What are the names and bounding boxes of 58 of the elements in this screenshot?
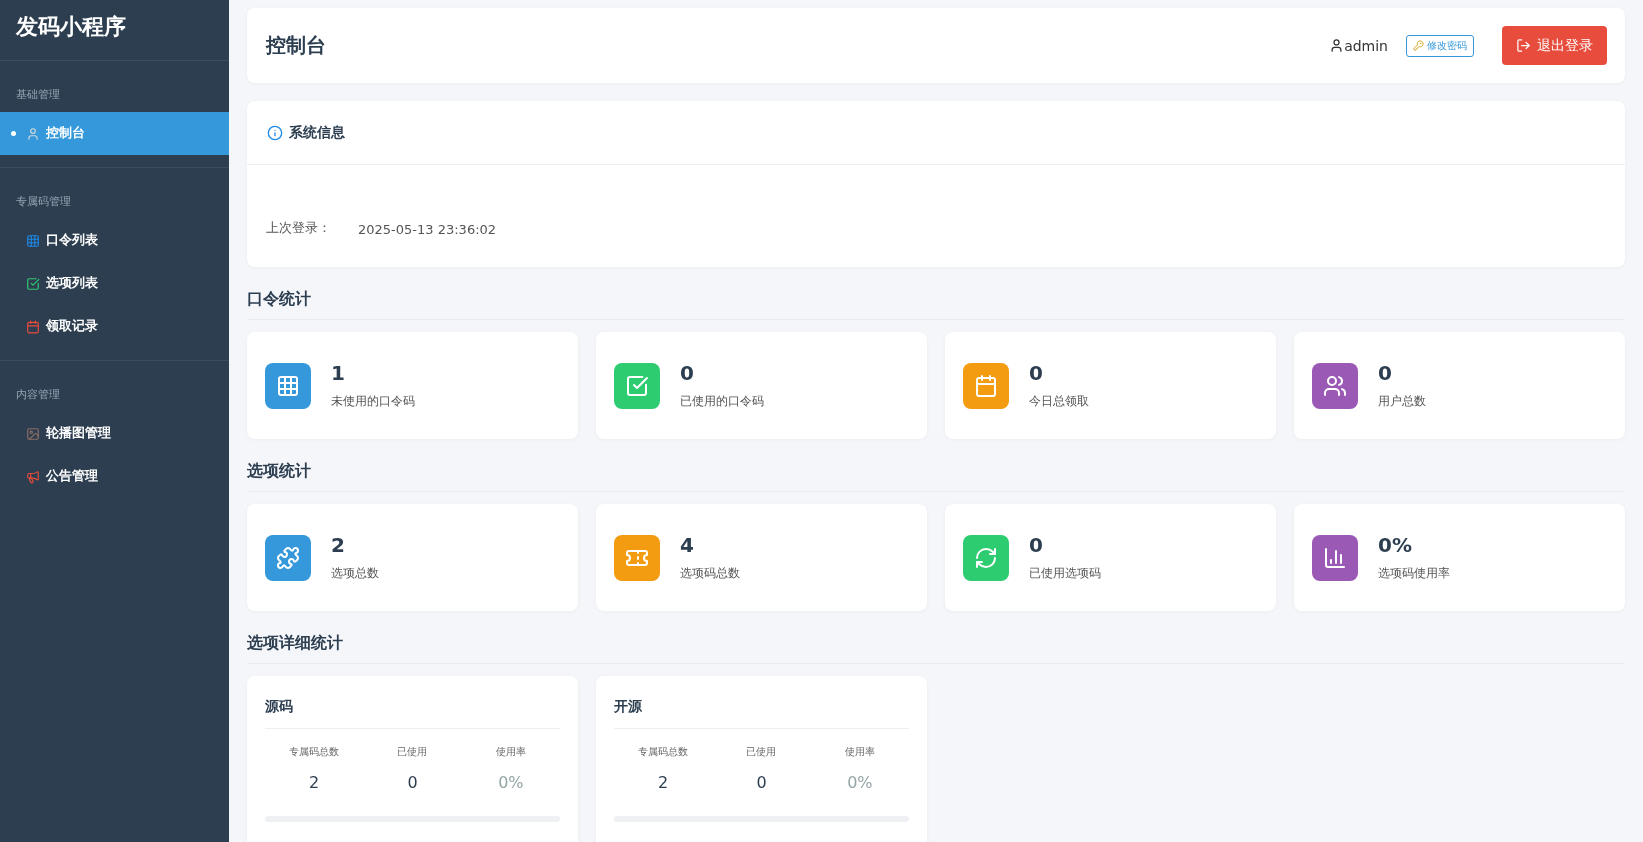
- stat-label: 今日总领取: [1029, 393, 1089, 410]
- stat-value: 0: [755, 773, 768, 792]
- card-title: 系统信息: [289, 123, 345, 142]
- option-name: 源码: [265, 694, 560, 729]
- sidebar-item[interactable]: 口令列表: [0, 219, 229, 262]
- info-value: 2025-05-13 23:36:02: [358, 222, 497, 237]
- info-icon: [267, 124, 283, 141]
- stat-value: 0: [680, 361, 695, 385]
- stat-column-label: 已使用: [396, 745, 429, 759]
- stat-value: 2: [308, 773, 321, 792]
- sidebar-item[interactable]: 公告管理: [0, 455, 229, 498]
- stat-column-label: 已使用: [745, 745, 778, 759]
- sidebar-section-label: 内容管理: [15, 387, 61, 403]
- stat-column-label: 专属码总数: [637, 745, 690, 759]
- user-name: admin: [1344, 37, 1388, 54]
- stat-value: 0: [1029, 533, 1044, 557]
- user-icon: [1329, 38, 1345, 53]
- stat-value: 0%: [1378, 533, 1413, 557]
- calendar-icon: [26, 319, 40, 334]
- grid-icon: [26, 233, 40, 248]
- option-name: 开源: [614, 694, 909, 729]
- stat-column-label: 使用率: [494, 745, 527, 759]
- stat-label: 用户总数: [1378, 393, 1426, 410]
- stat-value: 0%: [846, 773, 874, 792]
- stat-value: 0%: [497, 773, 525, 792]
- sidebar-section-label: 专属码管理: [15, 194, 72, 210]
- stat-value: 4: [680, 533, 695, 557]
- section-heading: 选项统计: [247, 461, 1625, 492]
- sidebar-section-label: 基础管理: [15, 87, 61, 103]
- logout-icon: [1516, 38, 1531, 53]
- checkbox-icon: [26, 276, 40, 291]
- page-title: 控制台: [266, 32, 327, 59]
- stat-label: 选项码总数: [680, 565, 740, 582]
- section-heading: 选项详细统计: [247, 633, 1625, 664]
- logout-button[interactable]: 退出登录: [1502, 26, 1607, 65]
- stat-label: 选项码使用率: [1378, 565, 1450, 582]
- stat-value: 2: [657, 773, 670, 792]
- stat-value: 0: [406, 773, 419, 792]
- stat-column-label: 使用率: [843, 745, 876, 759]
- sidebar-item[interactable]: 选项列表: [0, 262, 229, 305]
- stat-label: 已使用选项码: [1029, 565, 1101, 582]
- key-icon: [1413, 40, 1424, 51]
- stat-value: 1: [331, 361, 346, 385]
- stat-column-label: 专属码总数: [288, 745, 341, 759]
- megaphone-icon: [26, 469, 40, 484]
- user-icon: [26, 126, 40, 141]
- stat-value: 2: [331, 533, 346, 557]
- stat-label: 选项总数: [331, 565, 379, 582]
- stat-value: 0: [1029, 361, 1044, 385]
- app-title: 发码小程序: [0, 0, 229, 61]
- stat-label: 已使用的口令码: [680, 393, 764, 410]
- section-heading: 口令统计: [247, 289, 1625, 320]
- info-label: 上次登录：: [266, 219, 332, 237]
- stat-label: 未使用的口令码: [331, 393, 415, 410]
- sidebar-item[interactable]: 轮播图管理: [0, 412, 229, 455]
- sidebar-item[interactable]: 领取记录: [0, 305, 229, 348]
- stat-value: 0: [1378, 361, 1393, 385]
- image-icon: [26, 426, 40, 441]
